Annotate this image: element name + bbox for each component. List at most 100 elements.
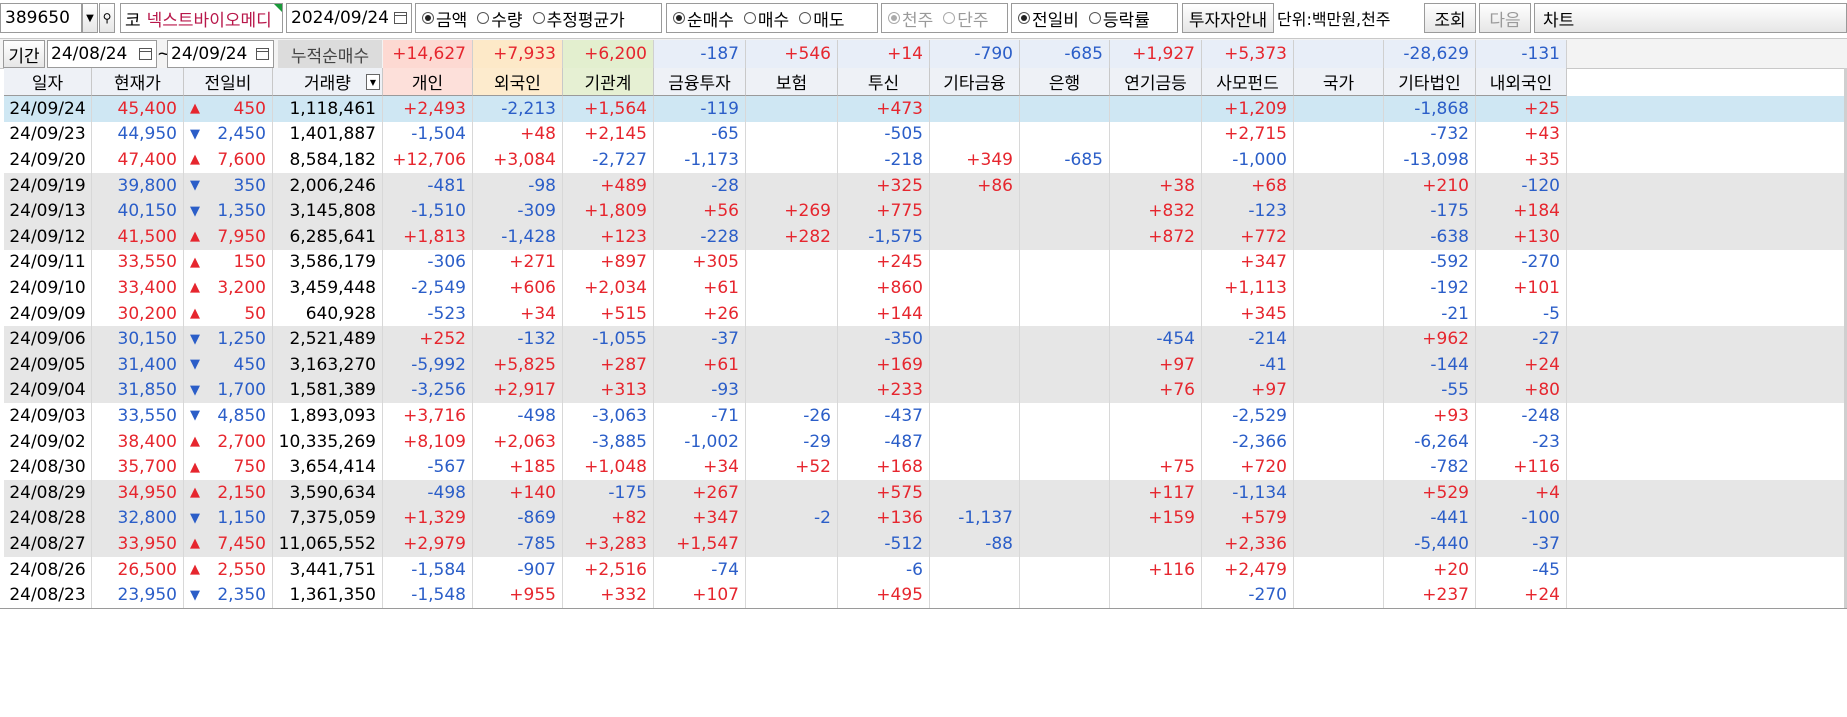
radio-quantity[interactable]: 수량 [477, 6, 523, 31]
sort-down-icon[interactable]: ▼ [366, 74, 380, 90]
radio-sell[interactable]: 매도 [799, 6, 844, 31]
header-domestic-foreign[interactable]: 내외국인 [1476, 68, 1567, 96]
header-date[interactable]: 일자 [4, 68, 92, 96]
code-dropdown-button[interactable]: ▼ [82, 3, 98, 33]
cell-institution: +515 [563, 300, 654, 327]
table-row[interactable]: 24/08/26 26,500 ▲ 2,550 3,441,751 -1,584 -907 +… [4, 556, 1847, 583]
table-row[interactable]: 24/09/06 30,150 ▼ 1,250 2,521,489 +252 -132 -1,… [4, 326, 1847, 352]
cell-financial-invest: -37 [654, 326, 746, 352]
header-institution[interactable]: 기관계 [563, 68, 654, 96]
period-to-value: 24/09/24 [171, 44, 248, 64]
cell-trust: +245 [838, 249, 930, 276]
cell-trust: +169 [838, 352, 930, 378]
cell-price: 30,200 [92, 300, 184, 327]
triangle-up-icon: ▲ [190, 254, 200, 270]
table-row[interactable]: 24/09/04 31,850 ▼ 1,700 1,581,389 -3,256 +2,91… [4, 377, 1847, 404]
header-other-finance[interactable]: 기타금융 [930, 68, 1020, 96]
table-row[interactable]: 24/08/27 33,950 ▲ 7,450 11,065,552 +2,979 -785… [4, 531, 1847, 557]
cell-change: ▲ 150 [184, 249, 273, 276]
table-row[interactable]: 24/08/28 32,800 ▼ 1,150 7,375,059 +1,329 -869 +… [4, 505, 1847, 532]
table-row[interactable]: 24/09/11 33,550 ▲ 150 3,586,179 -306 +271 +897 +… [4, 249, 1847, 276]
header-pension[interactable]: 연기금등 [1110, 68, 1202, 96]
header-insurance[interactable]: 보험 [746, 68, 838, 96]
table-row[interactable]: 24/09/24 45,400 ▲ 450 1,118,461 +2,493 -2,213 +… [4, 96, 1847, 122]
cell-state [1294, 249, 1384, 276]
date-input[interactable]: 2024/09/24 [286, 3, 412, 33]
header-other-corp[interactable]: 기타법인 [1384, 68, 1476, 96]
table-row[interactable]: 24/08/23 23,950 ▼ 2,350 1,361,350 -1,548 +955 +… [4, 582, 1847, 608]
table-row[interactable]: 24/08/29 34,950 ▲ 2,150 3,590,634 -498 +140 -17… [4, 480, 1847, 506]
stock-name-field[interactable]: 코 넥스트바이오메디 [120, 3, 283, 33]
cell-volume: 3,163,270 [273, 352, 383, 378]
cell-foreign: +5,825 [473, 352, 563, 378]
triangle-down-icon: ▼ [190, 203, 200, 219]
radio-thousand-shares[interactable]: 천주 [888, 6, 933, 31]
radio-amount[interactable]: 금액 [422, 6, 467, 31]
cell-other-finance [930, 326, 1020, 352]
table-row[interactable]: 24/08/30 35,700 ▲ 750 3,654,414 -567 +185 +1,04… [4, 454, 1847, 480]
header-trust[interactable]: 투신 [838, 68, 930, 96]
period-to-input[interactable]: 24/09/24 [167, 40, 274, 68]
chart-button[interactable]: 차트 [1534, 3, 1847, 33]
cell-personal: +1,813 [383, 224, 473, 250]
radio-estimated-avg[interactable]: 추정평균가 [532, 6, 625, 31]
cell-trust: +144 [838, 300, 930, 327]
cell-private-fund: -2,366 [1202, 428, 1294, 455]
cell-price: 45,400 [92, 96, 184, 122]
cell-price: 32,800 [92, 505, 184, 532]
cell-other-finance [930, 352, 1020, 378]
radio-single-shares[interactable]: 단주 [943, 6, 989, 31]
table-row[interactable]: 24/09/09 30,200 ▲ 50 640,928 -523 +34 +515 +26 +1… [4, 300, 1847, 327]
table-row[interactable]: 24/09/23 44,950 ▼ 2,450 1,401,887 -1,504 +48 +2… [4, 121, 1847, 148]
cell-financial-invest: +26 [654, 300, 746, 327]
investor-info-button[interactable]: 투자자안내 [1182, 3, 1274, 33]
header-financial-invest[interactable]: 금융투자 [654, 68, 746, 96]
search-button[interactable]: ⚲ [99, 3, 115, 33]
cell-financial-invest: -228 [654, 224, 746, 250]
header-label: 보험 [775, 74, 808, 94]
header-change[interactable]: 전일비 [184, 68, 273, 96]
cell-foreign: +185 [473, 454, 563, 480]
cell-insurance [746, 352, 838, 378]
table-row[interactable]: 24/09/12 41,500 ▲ 7,950 6,285,641 +1,813 -1,42… [4, 224, 1847, 250]
header-foreign[interactable]: 외국인 [473, 68, 563, 96]
table-row[interactable]: 24/09/02 38,400 ▲ 2,700 10,335,269 +8,109 +2,0… [4, 428, 1847, 455]
radio-prev-day[interactable]: 전일비 [1018, 6, 1079, 31]
header-bank[interactable]: 은행 [1020, 68, 1110, 96]
cell-other-corp: -592 [1384, 249, 1476, 276]
cell-private-fund: -123 [1202, 198, 1294, 224]
cell-domestic-foreign: +116 [1476, 454, 1567, 480]
cell-other-corp: -13,098 [1384, 147, 1476, 173]
header-price[interactable]: 현재가 [92, 68, 184, 96]
cell-volume: 1,361,350 [273, 582, 383, 608]
cell-pension: -454 [1110, 326, 1202, 352]
cell-other-corp: +237 [1384, 582, 1476, 608]
table-row[interactable]: 24/09/05 31,400 ▼ 450 3,163,270 -5,992 +5,825 +… [4, 352, 1847, 378]
table-row[interactable]: 24/09/19 39,800 ▼ 350 2,006,246 -481 -98 +489 -2… [4, 172, 1847, 199]
cell-bank [1020, 505, 1110, 532]
radio-net-buy[interactable]: 순매수 [673, 6, 734, 31]
cell-financial-invest: -93 [654, 377, 746, 404]
cell-institution: +3,283 [563, 531, 654, 557]
radio-buy[interactable]: 매수 [743, 6, 789, 31]
cell-bank [1020, 249, 1110, 276]
period-from-input[interactable]: 24/08/24 [47, 40, 157, 68]
table-row[interactable]: 24/09/03 33,550 ▼ 4,850 1,893,093 +3,716 -498-… [4, 403, 1847, 429]
table-row[interactable]: 24/09/10 33,400 ▲ 3,200 3,459,448 -2,549 +606 +… [4, 275, 1847, 301]
radio-change-rate[interactable]: 등락률 [1088, 6, 1150, 31]
stock-code-input[interactable]: 389650 [0, 3, 82, 33]
header-state[interactable]: 국가 [1294, 68, 1384, 96]
table-row[interactable]: 24/09/13 40,150 ▼ 1,350 3,145,808 -1,510 -309 +… [4, 198, 1847, 224]
next-button[interactable]: 다음 [1479, 3, 1531, 33]
period-label: 기간 [3, 40, 45, 68]
header-label: 거래량 [304, 74, 351, 94]
header-personal[interactable]: 개인 [383, 68, 473, 96]
cell-state [1294, 403, 1384, 429]
cell-state [1294, 121, 1384, 148]
cell-bank [1020, 428, 1110, 455]
table-row[interactable]: 24/09/20 47,400 ▲ 7,600 8,584,182 +12,706 +3,0… [4, 147, 1847, 173]
cell-foreign: +271 [473, 249, 563, 276]
header-volume[interactable]: 거래량 ▼ [273, 68, 383, 96]
header-private-fund[interactable]: 사모펀드 [1202, 68, 1294, 96]
query-button[interactable]: 조회 [1424, 3, 1476, 33]
